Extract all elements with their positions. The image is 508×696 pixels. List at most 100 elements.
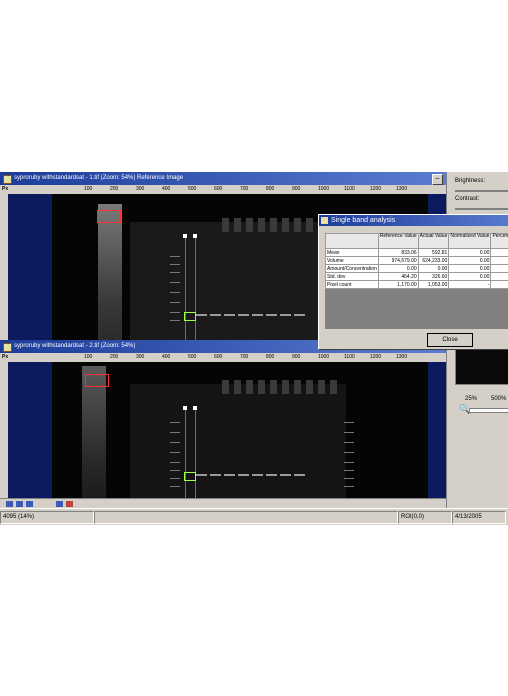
contrast-slider[interactable]: [455, 208, 508, 210]
table-cell: 0.: [490, 264, 508, 273]
table-cell: 1,053.00: [417, 280, 450, 289]
protein-band: [252, 314, 263, 316]
comb-tooth: [306, 218, 313, 232]
table-row: Std. dev 464.20 326.60 0.00: [325, 272, 508, 281]
results-table: Reference Value Actual Value Normalized Va…: [325, 233, 508, 289]
ladder-band: [170, 470, 180, 471]
ruler-tick-label: 1200: [370, 186, 382, 192]
comb-tooth: [234, 218, 241, 232]
lane-handle-right[interactable]: [193, 234, 197, 238]
minimized-window-3[interactable]: [26, 501, 33, 507]
status-roi: ROI(0,0): [398, 511, 452, 524]
table-cell: 0.: [490, 248, 508, 257]
reference-roi[interactable]: [97, 210, 121, 223]
column-header: Actual Value: [417, 233, 450, 249]
ruler-tick-label: 400: [162, 186, 171, 192]
table-row: Volume974,679.00624,233.000.000.: [325, 256, 508, 265]
ruler-tick-label: 1000: [318, 186, 330, 192]
protein-band: [266, 314, 277, 316]
ruler-tick-label: 800: [266, 354, 275, 360]
ladder-band: [170, 312, 180, 313]
ladder-band: [170, 442, 180, 443]
minimized-window-1[interactable]: [6, 501, 13, 507]
gel-image[interactable]: [52, 362, 428, 508]
ruler-tick-label: 800: [266, 186, 275, 192]
lane-boundary-left[interactable]: [185, 238, 186, 342]
band-roi[interactable]: [184, 472, 196, 481]
window-title-bar[interactable]: syproruby withstandardsat - 1.tif (Zoom:…: [0, 172, 446, 185]
ruler-tick-label: 700: [240, 354, 249, 360]
ruler-tick-label: 1100: [344, 354, 355, 360]
reference-roi[interactable]: [85, 374, 109, 387]
ruler-tick-label: 1100: [344, 186, 355, 192]
ladder-band: [170, 462, 180, 463]
comb-tooth: [306, 380, 313, 394]
single-band-analysis-dialog[interactable]: Single band analysis Reference Value Actu…: [318, 214, 508, 350]
row-label: Volume: [325, 256, 379, 265]
lane-boundary-left[interactable]: [185, 410, 186, 498]
canvas-margin-left: [8, 362, 52, 508]
close-button[interactable]: Close: [427, 333, 473, 347]
brightness-slider[interactable]: [455, 190, 508, 192]
ladder-band: [170, 302, 180, 303]
window-title: syproruby withstandardsat - 1.tif (Zoom:…: [14, 175, 184, 181]
lane-handle-left[interactable]: [183, 234, 187, 238]
lane-handle-left[interactable]: [183, 406, 187, 410]
row-label: Mean: [325, 248, 379, 257]
ladder-band: [344, 422, 354, 423]
ladder-band: [344, 462, 354, 463]
dialog-title-bar[interactable]: Single band analysis: [319, 215, 508, 226]
protein-band: [280, 314, 291, 316]
ruler-tick-label: 400: [162, 354, 171, 360]
zoom-slider[interactable]: [469, 408, 508, 413]
protein-band: [196, 314, 207, 316]
minimized-window-2[interactable]: [16, 501, 23, 507]
minimized-window-4[interactable]: [56, 501, 63, 507]
image-window-2[interactable]: syproruby withstandardsat - 2.tif (Zoom:…: [0, 340, 446, 508]
status-pixel-value: 4095 (14%): [0, 511, 94, 524]
ruler-tick-label: 200: [110, 186, 119, 192]
ruler-tick-label: 1000: [318, 354, 330, 360]
canvas-margin-left: [8, 194, 52, 340]
minimized-window-5[interactable]: [66, 501, 73, 507]
ruler-tick-label: 300: [136, 354, 145, 360]
ladder-band: [170, 486, 180, 487]
status-date: 4/13/2005: [452, 511, 506, 524]
band-roi[interactable]: [184, 312, 196, 321]
comb-tooth: [258, 380, 265, 394]
zoom-max-label: 500%: [491, 396, 507, 402]
comb-tooth: [246, 218, 253, 232]
image-icon: [3, 343, 12, 352]
ladder-band: [344, 432, 354, 433]
column-header: [325, 233, 379, 249]
table-cell: 0.00: [377, 264, 419, 273]
ladder-band: [170, 272, 180, 273]
protein-band: [238, 474, 249, 476]
table-cell: 0.00: [448, 256, 492, 265]
ruler-tick-label: 1300: [396, 354, 408, 360]
protein-band: [196, 474, 207, 476]
ladder-band: [170, 282, 180, 283]
lane-boundary-right[interactable]: [195, 238, 196, 342]
lane-boundary-right[interactable]: [195, 410, 196, 498]
contrast-label: Contrast:: [455, 196, 480, 202]
column-header: Normalized Value: [448, 233, 492, 249]
table-cell: 464.20: [377, 272, 419, 281]
row-label: Std. dev: [325, 272, 379, 281]
status-bar: 4095 (14%) ROI(0,0) 4/13/2005: [0, 508, 508, 525]
ladder-band: [170, 256, 180, 257]
gel-body: [130, 222, 326, 340]
comb-tooth: [282, 380, 289, 394]
minimize-button[interactable]: –: [432, 174, 443, 185]
lane-handle-right[interactable]: [193, 406, 197, 410]
table-cell: 1,170.00: [377, 280, 419, 289]
protein-band: [210, 314, 221, 316]
ruler-tick-label: 900: [292, 354, 301, 360]
column-header: Reference Value: [377, 233, 419, 249]
protein-band: [224, 314, 235, 316]
ladder-band: [344, 486, 354, 487]
ruler-unit: Px: [2, 354, 9, 360]
table-cell: 0.00: [417, 264, 450, 273]
comb-tooth: [258, 218, 265, 232]
table-cell: 624,233.00: [417, 256, 450, 265]
